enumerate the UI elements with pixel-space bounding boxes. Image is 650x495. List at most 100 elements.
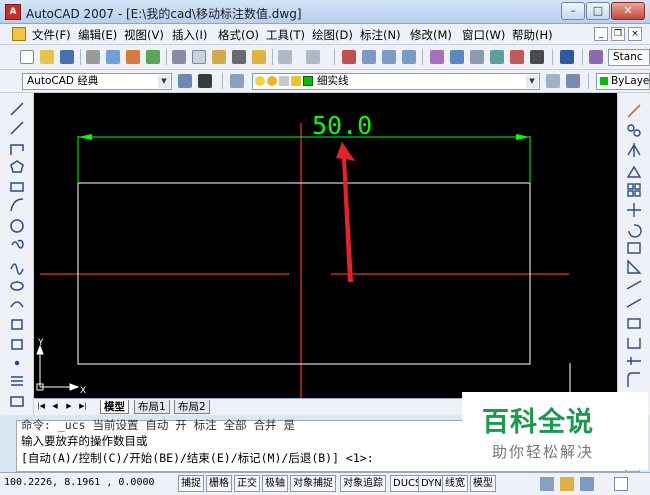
line-icon xyxy=(10,102,24,116)
autocad-app-icon[interactable]: A xyxy=(5,4,21,20)
menu-window[interactable]: 窗口(W) xyxy=(462,27,505,43)
menu-edit[interactable]: 编辑(E) xyxy=(78,27,117,43)
save-icon[interactable] xyxy=(60,50,74,64)
paste-icon[interactable] xyxy=(212,50,226,64)
mdi-minimize-button[interactable]: _ xyxy=(594,27,608,41)
osnap-toggle[interactable]: 对象捕捉 xyxy=(290,475,336,492)
drawing-canvas[interactable]: 50.0 Y X xyxy=(34,93,617,398)
match-properties-icon[interactable] xyxy=(232,50,246,64)
copy-object-icon xyxy=(627,124,635,132)
title-bar: A AutoCAD 2007 - [E:\我的cad\移动标注数值.dwg] –… xyxy=(0,0,650,24)
dyn-toggle[interactable]: DYN xyxy=(418,475,445,492)
menu-dimension[interactable]: 标注(N) xyxy=(360,27,401,43)
help-icon[interactable] xyxy=(560,50,574,64)
tab-model[interactable]: 模型 xyxy=(100,400,129,414)
scale-icon xyxy=(627,242,641,254)
maximize-button[interactable]: □ xyxy=(586,2,610,20)
polyline-icon xyxy=(10,144,24,155)
ucs-icon xyxy=(36,344,80,391)
menu-view[interactable]: 视图(V) xyxy=(124,27,164,43)
markup-icon[interactable] xyxy=(510,50,524,64)
redo-icon[interactable] xyxy=(306,50,320,64)
workspace-combo[interactable]: AutoCAD 经典 ▼ xyxy=(22,73,172,90)
modify-tool-icons xyxy=(626,104,642,406)
minimize-button[interactable]: – xyxy=(561,2,585,20)
otrack-toggle[interactable]: 对象追踪 xyxy=(340,475,386,492)
menu-draw[interactable]: 绘图(D) xyxy=(312,27,353,43)
layer-previous-icon[interactable] xyxy=(566,74,580,88)
new-icon[interactable] xyxy=(20,50,34,64)
menu-modify[interactable]: 修改(M) xyxy=(410,27,452,43)
menu-file[interactable]: 文件(F) xyxy=(32,27,71,43)
tab-layout1[interactable]: 布局1 xyxy=(134,400,170,414)
mdi-close-button[interactable]: × xyxy=(628,27,642,41)
text-style-combo[interactable]: Stanc xyxy=(608,49,650,66)
lineweight-toggle[interactable]: 线宽 xyxy=(442,475,468,492)
command-options-line[interactable]: [自动(A)/控制(C)/开始(BE)/结束(E)/标记(M)/后退(B)] <… xyxy=(21,450,374,466)
communication-center-icon[interactable] xyxy=(540,477,554,491)
make-layer-current-icon[interactable] xyxy=(546,74,560,88)
arc-icon xyxy=(10,198,24,212)
modify-toolbar xyxy=(617,93,650,415)
workspace-save-icon[interactable] xyxy=(198,74,212,88)
color-combo[interactable]: ByLayer xyxy=(596,73,650,90)
document-icon[interactable] xyxy=(12,27,26,41)
menu-tools[interactable]: 工具(T) xyxy=(266,27,305,43)
grid-toggle[interactable]: 栅格 xyxy=(206,475,232,492)
layer-color-swatch xyxy=(303,76,313,86)
lock-icon[interactable] xyxy=(560,477,574,491)
model-toggle[interactable]: 模型 xyxy=(470,475,496,492)
block-editor-icon[interactable] xyxy=(252,50,266,64)
move-icon xyxy=(627,203,641,217)
copy-icon[interactable] xyxy=(192,50,206,64)
publish-icon[interactable] xyxy=(126,50,140,64)
layer-combo[interactable]: 细实线 ▼ xyxy=(252,73,540,90)
first-tab-icon[interactable]: |◀ xyxy=(36,401,46,412)
prev-tab-icon[interactable]: ◀ xyxy=(50,401,60,412)
plot-preview-icon[interactable] xyxy=(106,50,120,64)
text-style-icon[interactable] xyxy=(589,50,603,64)
status-tray-icon[interactable] xyxy=(580,477,594,491)
clean-screen-icon[interactable] xyxy=(614,477,628,491)
pan-icon[interactable] xyxy=(342,50,356,64)
zoom-previous-icon[interactable] xyxy=(402,50,416,64)
sheet-set-icon[interactable] xyxy=(490,50,504,64)
menu-bar: 文件(F) 编辑(E) 视图(V) 插入(I) 格式(O) 工具(T) 绘图(D… xyxy=(0,24,650,45)
zoom-window-icon[interactable] xyxy=(382,50,396,64)
offset-icon xyxy=(626,165,642,178)
dimension-text[interactable]: 50.0 xyxy=(312,111,372,140)
design-center-icon[interactable] xyxy=(450,50,464,64)
plot-icon[interactable] xyxy=(86,50,100,64)
properties-icon[interactable] xyxy=(430,50,444,64)
undo-icon[interactable] xyxy=(278,50,292,64)
layer-manager-icon[interactable] xyxy=(230,74,244,88)
erase-icon xyxy=(627,104,641,118)
mdi-restore-button[interactable]: ❐ xyxy=(611,27,625,41)
menu-help[interactable]: 帮助(H) xyxy=(512,27,553,43)
point-icon xyxy=(14,360,20,366)
layers-toolbar: AutoCAD 经典 ▼ 细实线 ▼ ByLayer xyxy=(0,70,650,93)
menu-format[interactable]: 格式(O) xyxy=(218,27,259,43)
region-icon xyxy=(10,396,24,407)
tab-layout2[interactable]: 布局2 xyxy=(174,400,210,414)
sun-icon xyxy=(267,76,277,86)
calculator-icon[interactable] xyxy=(530,50,544,64)
command-prompt-line: 输入要放弃的操作数目或 xyxy=(21,434,148,448)
coordinate-readout[interactable]: 100.2226, 8.1961 , 0.0000 xyxy=(4,477,155,488)
close-button[interactable]: ✕ xyxy=(611,2,645,20)
tool-palettes-icon[interactable] xyxy=(470,50,484,64)
3d-dwf-icon[interactable] xyxy=(146,50,160,64)
polar-toggle[interactable]: 极轴 xyxy=(262,475,288,492)
last-tab-icon[interactable]: ▶| xyxy=(78,401,88,412)
next-tab-icon[interactable]: ▶ xyxy=(64,401,74,412)
ortho-toggle[interactable]: 正交 xyxy=(234,475,260,492)
workspace-settings-icon[interactable] xyxy=(178,74,192,88)
ellipse-arc-icon xyxy=(10,301,24,308)
ucs-y-label: Y xyxy=(37,338,44,348)
open-icon[interactable] xyxy=(40,50,54,64)
menu-insert[interactable]: 插入(I) xyxy=(172,27,207,43)
cut-icon[interactable] xyxy=(172,50,186,64)
zoom-realtime-icon[interactable] xyxy=(362,50,376,64)
rotate-icon xyxy=(628,224,642,238)
snap-toggle[interactable]: 捕捉 xyxy=(178,475,204,492)
